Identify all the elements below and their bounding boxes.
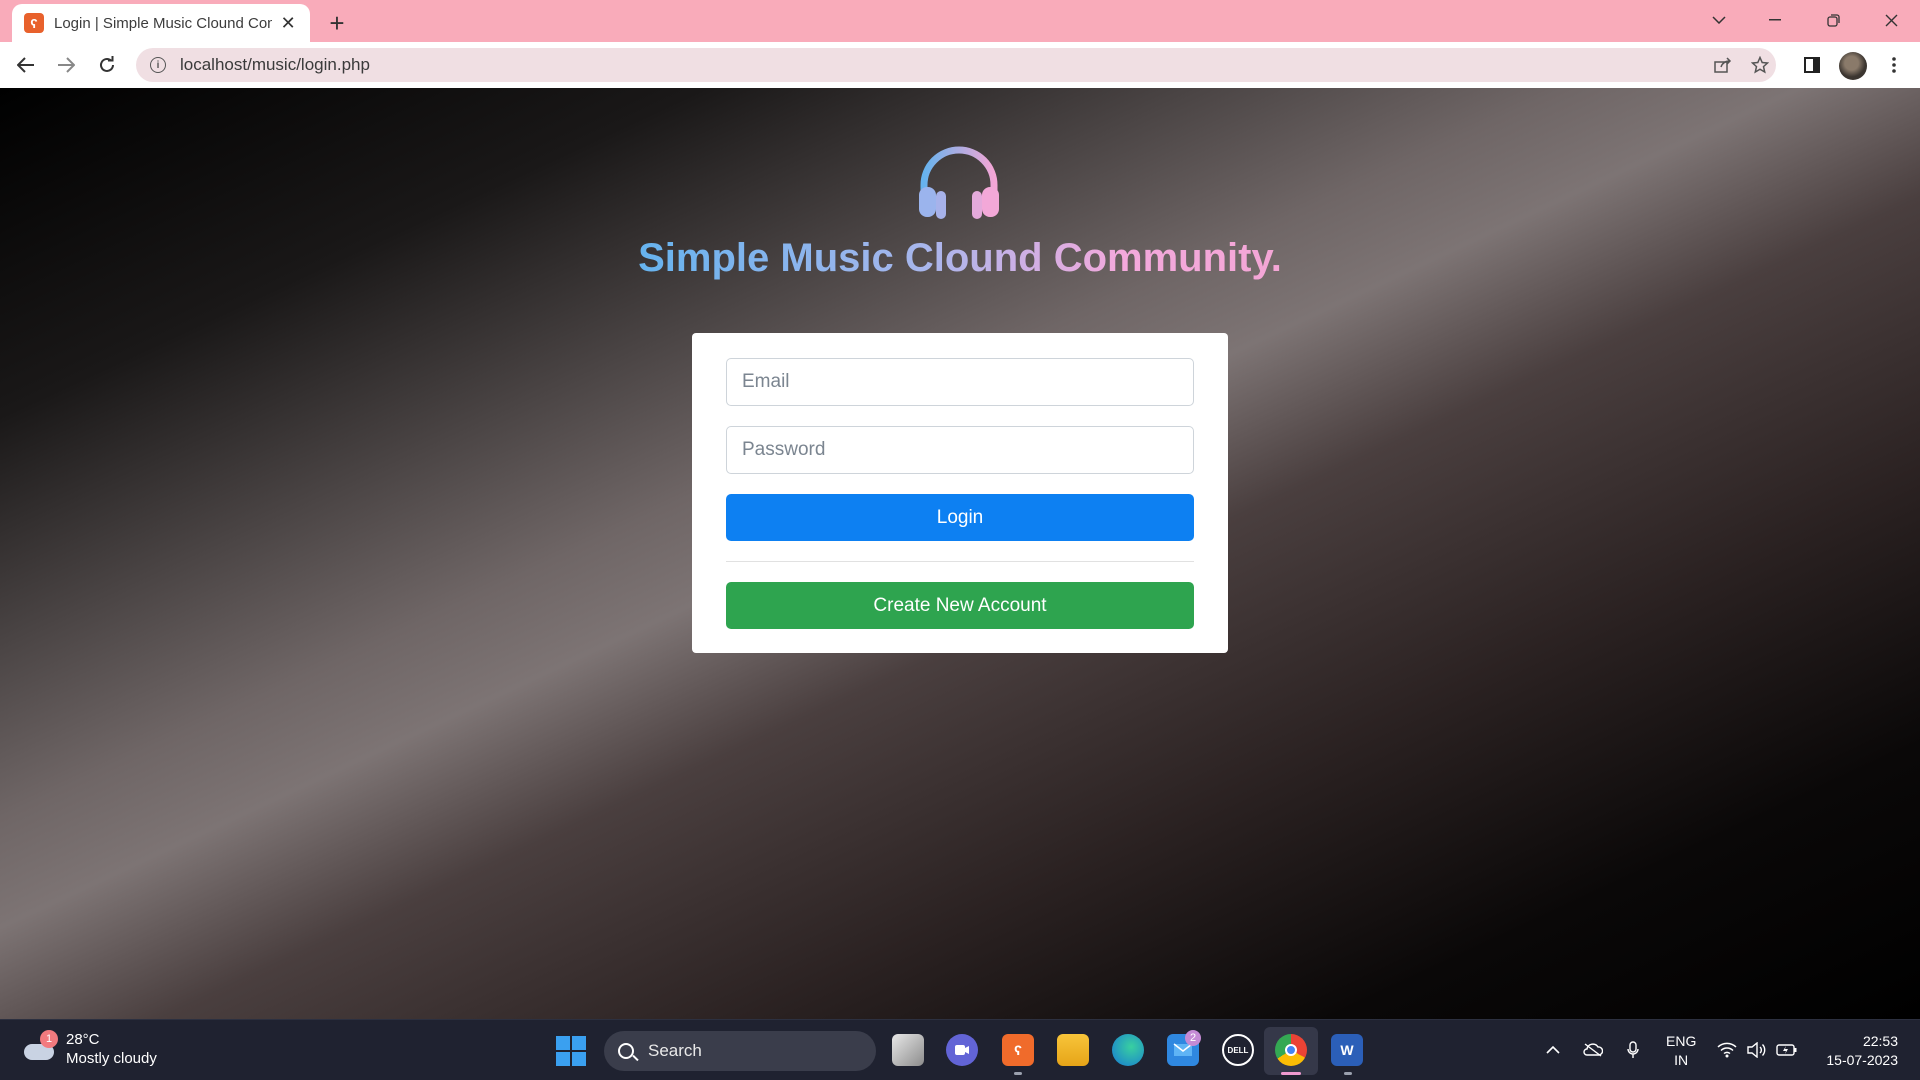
mail-badge: 2 bbox=[1185, 1030, 1201, 1046]
info-icon[interactable]: i bbox=[150, 57, 166, 73]
system-clock[interactable]: 22:53 15-07-2023 bbox=[1818, 1032, 1898, 1070]
clock-date: 15-07-2023 bbox=[1826, 1052, 1898, 1068]
forward-arrow-icon[interactable] bbox=[50, 49, 82, 81]
tab-title: Login | Simple Music Clound Community bbox=[54, 14, 272, 32]
restore-icon[interactable] bbox=[1810, 4, 1856, 36]
kebab-menu-icon[interactable] bbox=[1879, 50, 1909, 80]
create-account-button[interactable]: Create New Account bbox=[726, 582, 1194, 629]
task-view-icon[interactable] bbox=[892, 1034, 924, 1066]
file-explorer-icon[interactable] bbox=[1057, 1034, 1089, 1066]
search-label: Search bbox=[648, 1041, 702, 1060]
share-icon[interactable] bbox=[1712, 54, 1734, 76]
login-card: Login Create New Account bbox=[692, 333, 1228, 653]
windows-taskbar: 1 28°C Mostly cloudy Search ʕ 2 DELL W E… bbox=[0, 1019, 1920, 1080]
battery-charging-icon[interactable] bbox=[1775, 1038, 1799, 1062]
star-icon[interactable] bbox=[1749, 54, 1771, 76]
divider bbox=[726, 561, 1194, 562]
minimize-icon[interactable] bbox=[1752, 4, 1798, 36]
word-icon[interactable]: W bbox=[1331, 1034, 1363, 1066]
weather-desc: Mostly cloudy bbox=[66, 1050, 157, 1067]
onedrive-offline-icon[interactable] bbox=[1581, 1038, 1605, 1062]
url-text: localhost/music/login.php bbox=[180, 55, 370, 74]
close-icon[interactable]: ✕ bbox=[278, 13, 298, 33]
search-icon bbox=[618, 1043, 634, 1059]
chrome-icon[interactable] bbox=[1275, 1034, 1307, 1066]
chrome-running-indicator bbox=[1281, 1072, 1301, 1075]
profile-avatar[interactable] bbox=[1839, 52, 1867, 80]
login-button[interactable]: Login bbox=[726, 494, 1194, 541]
edge-browser-icon[interactable] bbox=[1112, 1034, 1144, 1066]
xampp-favicon-icon: ʕ bbox=[24, 13, 44, 33]
word-running-indicator bbox=[1344, 1072, 1352, 1075]
address-bar[interactable]: i localhost/music/login.php bbox=[136, 48, 1776, 82]
chevron-up-icon[interactable] bbox=[1541, 1038, 1565, 1062]
page-title: Simple Music Clound Community. bbox=[638, 236, 1282, 280]
weather-temp: 28°C bbox=[66, 1031, 100, 1048]
teams-chat-icon[interactable] bbox=[946, 1034, 978, 1066]
browser-tabstrip: ʕ Login | Simple Music Clound Community … bbox=[0, 0, 1920, 42]
volume-icon[interactable] bbox=[1745, 1038, 1769, 1062]
login-page: Simple Music Clound Community. Login Cre… bbox=[0, 88, 1920, 1019]
xampp-icon[interactable]: ʕ bbox=[1002, 1034, 1034, 1066]
cloud-icon: 1 bbox=[22, 1030, 58, 1062]
taskbar-search[interactable]: Search bbox=[604, 1031, 876, 1071]
new-tab-button[interactable]: + bbox=[320, 8, 354, 38]
weather-widget[interactable]: 1 28°C Mostly cloudy bbox=[22, 1030, 157, 1068]
microphone-icon[interactable] bbox=[1621, 1038, 1645, 1062]
language-indicator[interactable]: ENG IN bbox=[1666, 1032, 1696, 1070]
email-field[interactable] bbox=[726, 358, 1194, 406]
dell-icon[interactable]: DELL bbox=[1222, 1034, 1254, 1066]
browser-toolbar: i localhost/music/login.php bbox=[0, 42, 1920, 88]
browser-tab[interactable]: ʕ Login | Simple Music Clound Community … bbox=[12, 4, 310, 42]
lang-code: ENG bbox=[1666, 1033, 1697, 1049]
region-code: IN bbox=[1674, 1052, 1689, 1068]
tab-search-chevron-icon[interactable] bbox=[1696, 4, 1742, 36]
reload-icon[interactable] bbox=[91, 49, 123, 81]
sidepanel-icon[interactable] bbox=[1797, 50, 1827, 80]
close-window-icon[interactable] bbox=[1868, 4, 1914, 36]
wifi-icon[interactable] bbox=[1715, 1038, 1739, 1062]
back-arrow-icon[interactable] bbox=[10, 49, 42, 81]
windows-start-icon[interactable] bbox=[556, 1036, 586, 1066]
headphones-icon bbox=[919, 146, 999, 219]
xampp-running-indicator bbox=[1014, 1072, 1022, 1075]
weather-badge: 1 bbox=[40, 1030, 58, 1048]
password-field[interactable] bbox=[726, 426, 1194, 474]
clock-time: 22:53 bbox=[1862, 1033, 1898, 1049]
